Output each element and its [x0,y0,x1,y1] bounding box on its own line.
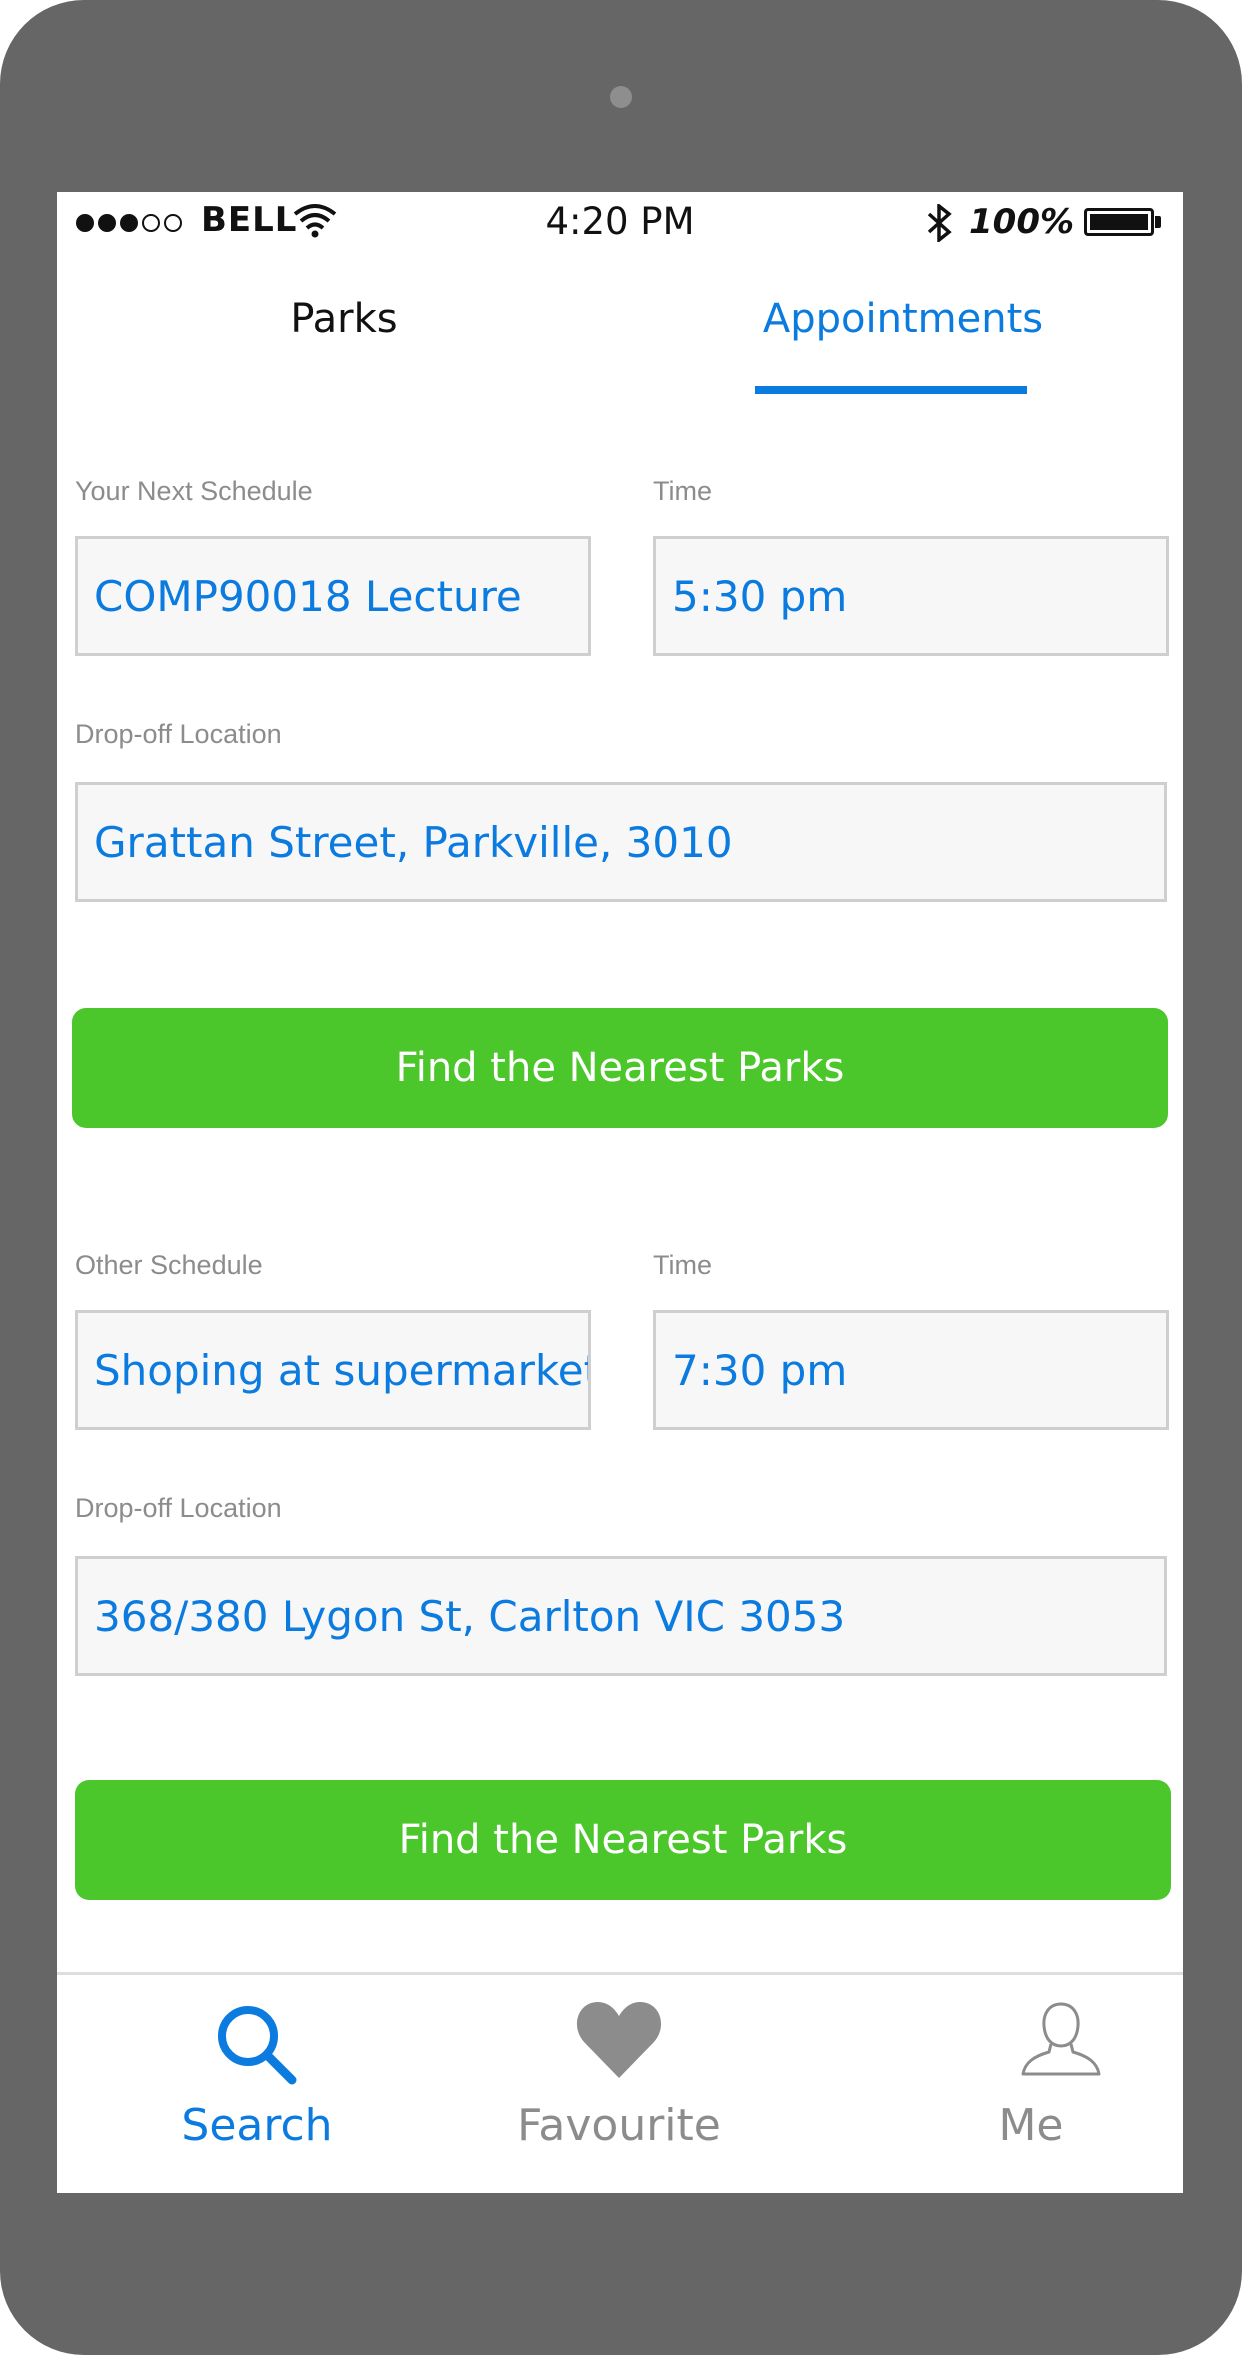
other-time-label: Time [653,1250,712,1280]
tab-appointments[interactable]: Appointments [631,296,1175,342]
next-time-label: Time [653,476,712,506]
nav-favourite[interactable]: Favourite [469,1982,769,2192]
app-screen: BELL 4:20 PM 100% Parks Appointments You… [57,192,1183,2193]
phone-frame: BELL 4:20 PM 100% Parks Appointments You… [0,0,1242,2355]
battery-icon [1084,208,1154,236]
active-tab-indicator [755,386,1027,394]
nav-search[interactable]: Search [107,1982,407,2192]
next-schedule-label: Your Next Schedule [75,476,313,506]
battery-percent: 100% [969,202,1075,242]
camera-dot [610,86,632,108]
other-location-label: Drop-off Location [75,1493,282,1523]
nav-me-label: Me [998,2100,1064,2151]
find-nearest-parks-button[interactable]: Find the Nearest Parks [72,1008,1168,1128]
next-schedule-field[interactable]: COMP90018 Lecture [75,536,591,656]
nav-search-label: Search [181,2100,333,2151]
bluetooth-icon [927,204,952,242]
heart-icon [576,2002,662,2078]
status-bar: BELL 4:20 PM 100% [57,192,1183,254]
bottom-nav-divider [57,1972,1183,1975]
next-location-field[interactable]: Grattan Street, Parkville, 3010 [75,782,1167,902]
search-icon [218,2006,297,2085]
tab-parks[interactable]: Parks [57,296,631,342]
user-icon [1021,2002,1101,2076]
find-nearest-parks-button-2[interactable]: Find the Nearest Parks [75,1780,1171,1900]
other-schedule-label: Other Schedule [75,1250,263,1280]
nav-me[interactable]: Me [941,1982,1183,2192]
other-schedule-field[interactable]: Shoping at supermarket [75,1310,591,1430]
next-location-label: Drop-off Location [75,719,282,749]
nav-favourite-label: Favourite [517,2100,721,2151]
other-location-field[interactable]: 368/380 Lygon St, Carlton VIC 3053 [75,1556,1167,1676]
other-time-field[interactable]: 7:30 pm [653,1310,1169,1430]
battery-tip [1155,216,1161,228]
next-time-field[interactable]: 5:30 pm [653,536,1169,656]
